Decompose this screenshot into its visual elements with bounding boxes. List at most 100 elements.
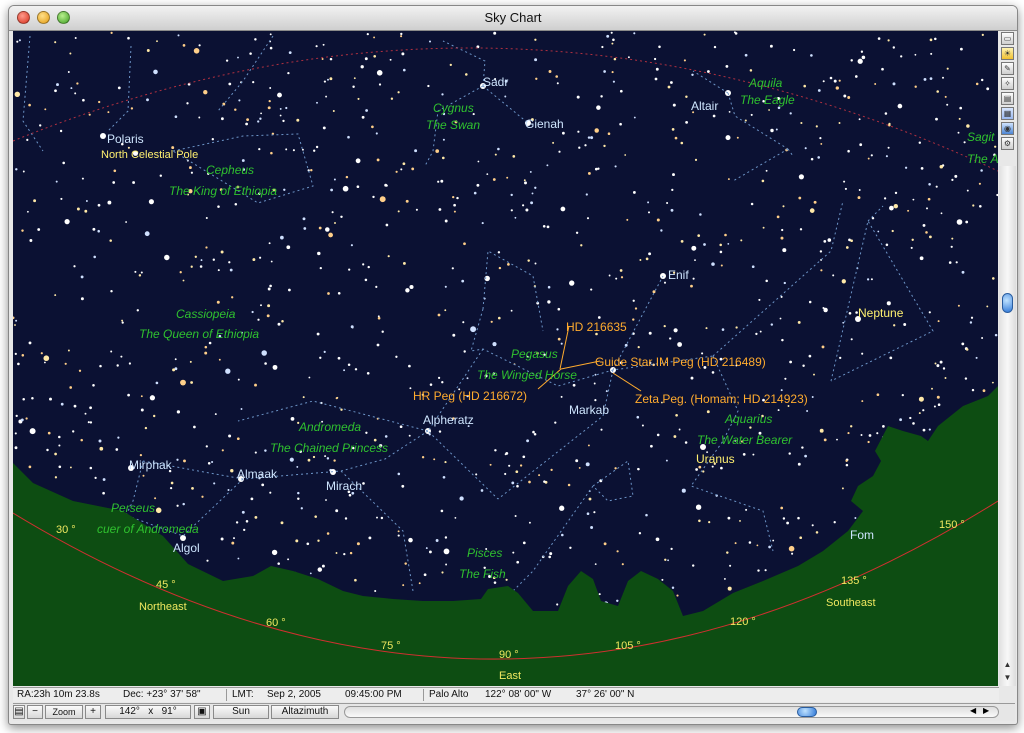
- star-label-fom[interactable]: Fom: [850, 528, 874, 542]
- star: [658, 45, 661, 49]
- sky-view[interactable]: Sadr Gienah Altair Polaris Enif Markab A…: [13, 31, 998, 686]
- star: [360, 65, 364, 69]
- star: [762, 226, 765, 229]
- star-label-polaris[interactable]: Polaris: [107, 132, 144, 146]
- scroll-right-arrow[interactable]: ▶: [983, 706, 989, 715]
- vertical-scrollbar[interactable]: ▲ ▼: [999, 166, 1016, 686]
- star: [827, 238, 832, 242]
- star: [149, 395, 156, 401]
- star: [601, 45, 604, 49]
- star-label-enif[interactable]: Enif: [668, 268, 689, 282]
- star: [260, 112, 262, 115]
- star: [146, 98, 149, 102]
- star-label-markab[interactable]: Markab: [569, 403, 609, 417]
- scroll-up-arrow[interactable]: ▲: [1002, 659, 1013, 670]
- star: [740, 239, 743, 242]
- star: [678, 428, 681, 431]
- star: [733, 31, 736, 34]
- constellation-sagitta-desc: The A: [967, 152, 998, 166]
- horizontal-scroll-thumb[interactable]: [797, 707, 817, 717]
- star: [236, 437, 240, 441]
- scroll-down-arrow[interactable]: ▼: [1002, 672, 1013, 683]
- direction-northeast: Northeast: [139, 601, 187, 613]
- star: [445, 563, 448, 566]
- window-title: Sky Chart: [484, 10, 542, 25]
- star: [585, 193, 588, 196]
- star: [870, 278, 873, 281]
- star: [876, 432, 879, 435]
- star: [560, 342, 563, 345]
- star: [994, 145, 997, 148]
- star: [556, 603, 559, 606]
- bright-star[interactable]: [330, 469, 336, 475]
- star: [641, 424, 644, 427]
- zoom-out-button[interactable]: −: [27, 705, 43, 719]
- annotation-zeta-peg[interactable]: Zeta Peg. (Homam; HD 214923): [635, 392, 808, 406]
- star: [92, 384, 95, 387]
- planet-label-uranus[interactable]: Uranus: [696, 452, 735, 466]
- star-label-alpheratz[interactable]: Alpheratz: [423, 413, 474, 427]
- star-label-sadr[interactable]: Sadr: [483, 75, 508, 89]
- star: [833, 79, 837, 83]
- star-label-almaak[interactable]: Almaak: [237, 467, 277, 481]
- star: [303, 227, 307, 230]
- star: [516, 560, 520, 564]
- star: [577, 130, 580, 133]
- star: [815, 125, 818, 128]
- annotation-guide-star[interactable]: Guide Star IM Peg (HD 216489): [595, 355, 766, 369]
- sun-tool-icon[interactable]: ☀: [1001, 47, 1014, 60]
- star: [17, 362, 20, 366]
- planet-label-neptune[interactable]: Neptune: [858, 306, 903, 320]
- star-label-mirach[interactable]: Mirach: [326, 479, 362, 493]
- zoom-in-button[interactable]: +: [85, 705, 101, 719]
- lock-icon[interactable]: ▣: [194, 705, 210, 719]
- star: [891, 229, 894, 233]
- star-label-algol[interactable]: Algol: [173, 541, 200, 555]
- star-label-altair[interactable]: Altair: [691, 99, 718, 113]
- globe-tool-icon[interactable]: ◉: [1001, 122, 1014, 135]
- sidebar-toggle-icon[interactable]: ▤: [13, 705, 25, 719]
- star: [191, 487, 194, 490]
- projection-select[interactable]: Altazimuth: [271, 705, 339, 719]
- star: [441, 571, 444, 574]
- star: [237, 378, 240, 381]
- filter-tool-icon[interactable]: ▤: [1001, 92, 1014, 105]
- star: [522, 204, 525, 207]
- title-bar[interactable]: Sky Chart: [9, 6, 1017, 31]
- star: [783, 281, 786, 285]
- star: [970, 316, 974, 319]
- horizontal-scrollbar[interactable]: ◀ ▶: [344, 706, 999, 718]
- star-label-gienah[interactable]: Gienah: [525, 117, 564, 131]
- star: [955, 261, 958, 264]
- star: [569, 280, 575, 286]
- vertical-scroll-thumb[interactable]: [1002, 293, 1013, 313]
- window-tool-icon[interactable]: ▭: [1001, 32, 1014, 45]
- star: [80, 438, 83, 442]
- bright-star[interactable]: [100, 133, 106, 139]
- star: [674, 136, 678, 140]
- annotation-hr-peg[interactable]: HR Peg (HD 216672): [413, 389, 527, 403]
- brush-tool-icon[interactable]: ✎: [1001, 62, 1014, 75]
- star: [212, 258, 215, 261]
- annotation-hd-216635[interactable]: HD 216635: [566, 320, 627, 334]
- star: [632, 318, 635, 321]
- star: [817, 89, 821, 92]
- star: [728, 110, 731, 113]
- constellation-tool-icon[interactable]: ✧: [1001, 77, 1014, 90]
- star: [745, 508, 748, 511]
- scroll-left-arrow[interactable]: ◀: [970, 706, 976, 715]
- star: [529, 170, 532, 173]
- grid-tool-icon[interactable]: ▦: [1001, 107, 1014, 120]
- star: [243, 528, 246, 532]
- center-object-field[interactable]: Sun: [213, 705, 269, 719]
- star: [409, 284, 414, 290]
- constellation-aquarius: Aquarius: [725, 412, 773, 426]
- star: [690, 376, 694, 380]
- star: [15, 414, 18, 418]
- field-of-view-field[interactable]: 142° x 91°: [105, 705, 191, 719]
- star-label-mirphak[interactable]: Mirphak: [129, 458, 172, 472]
- star: [368, 536, 372, 540]
- settings-tool-icon[interactable]: ⚙: [1001, 137, 1014, 150]
- label-north-celestial-pole[interactable]: North Celestial Pole: [101, 148, 198, 162]
- star: [89, 466, 93, 470]
